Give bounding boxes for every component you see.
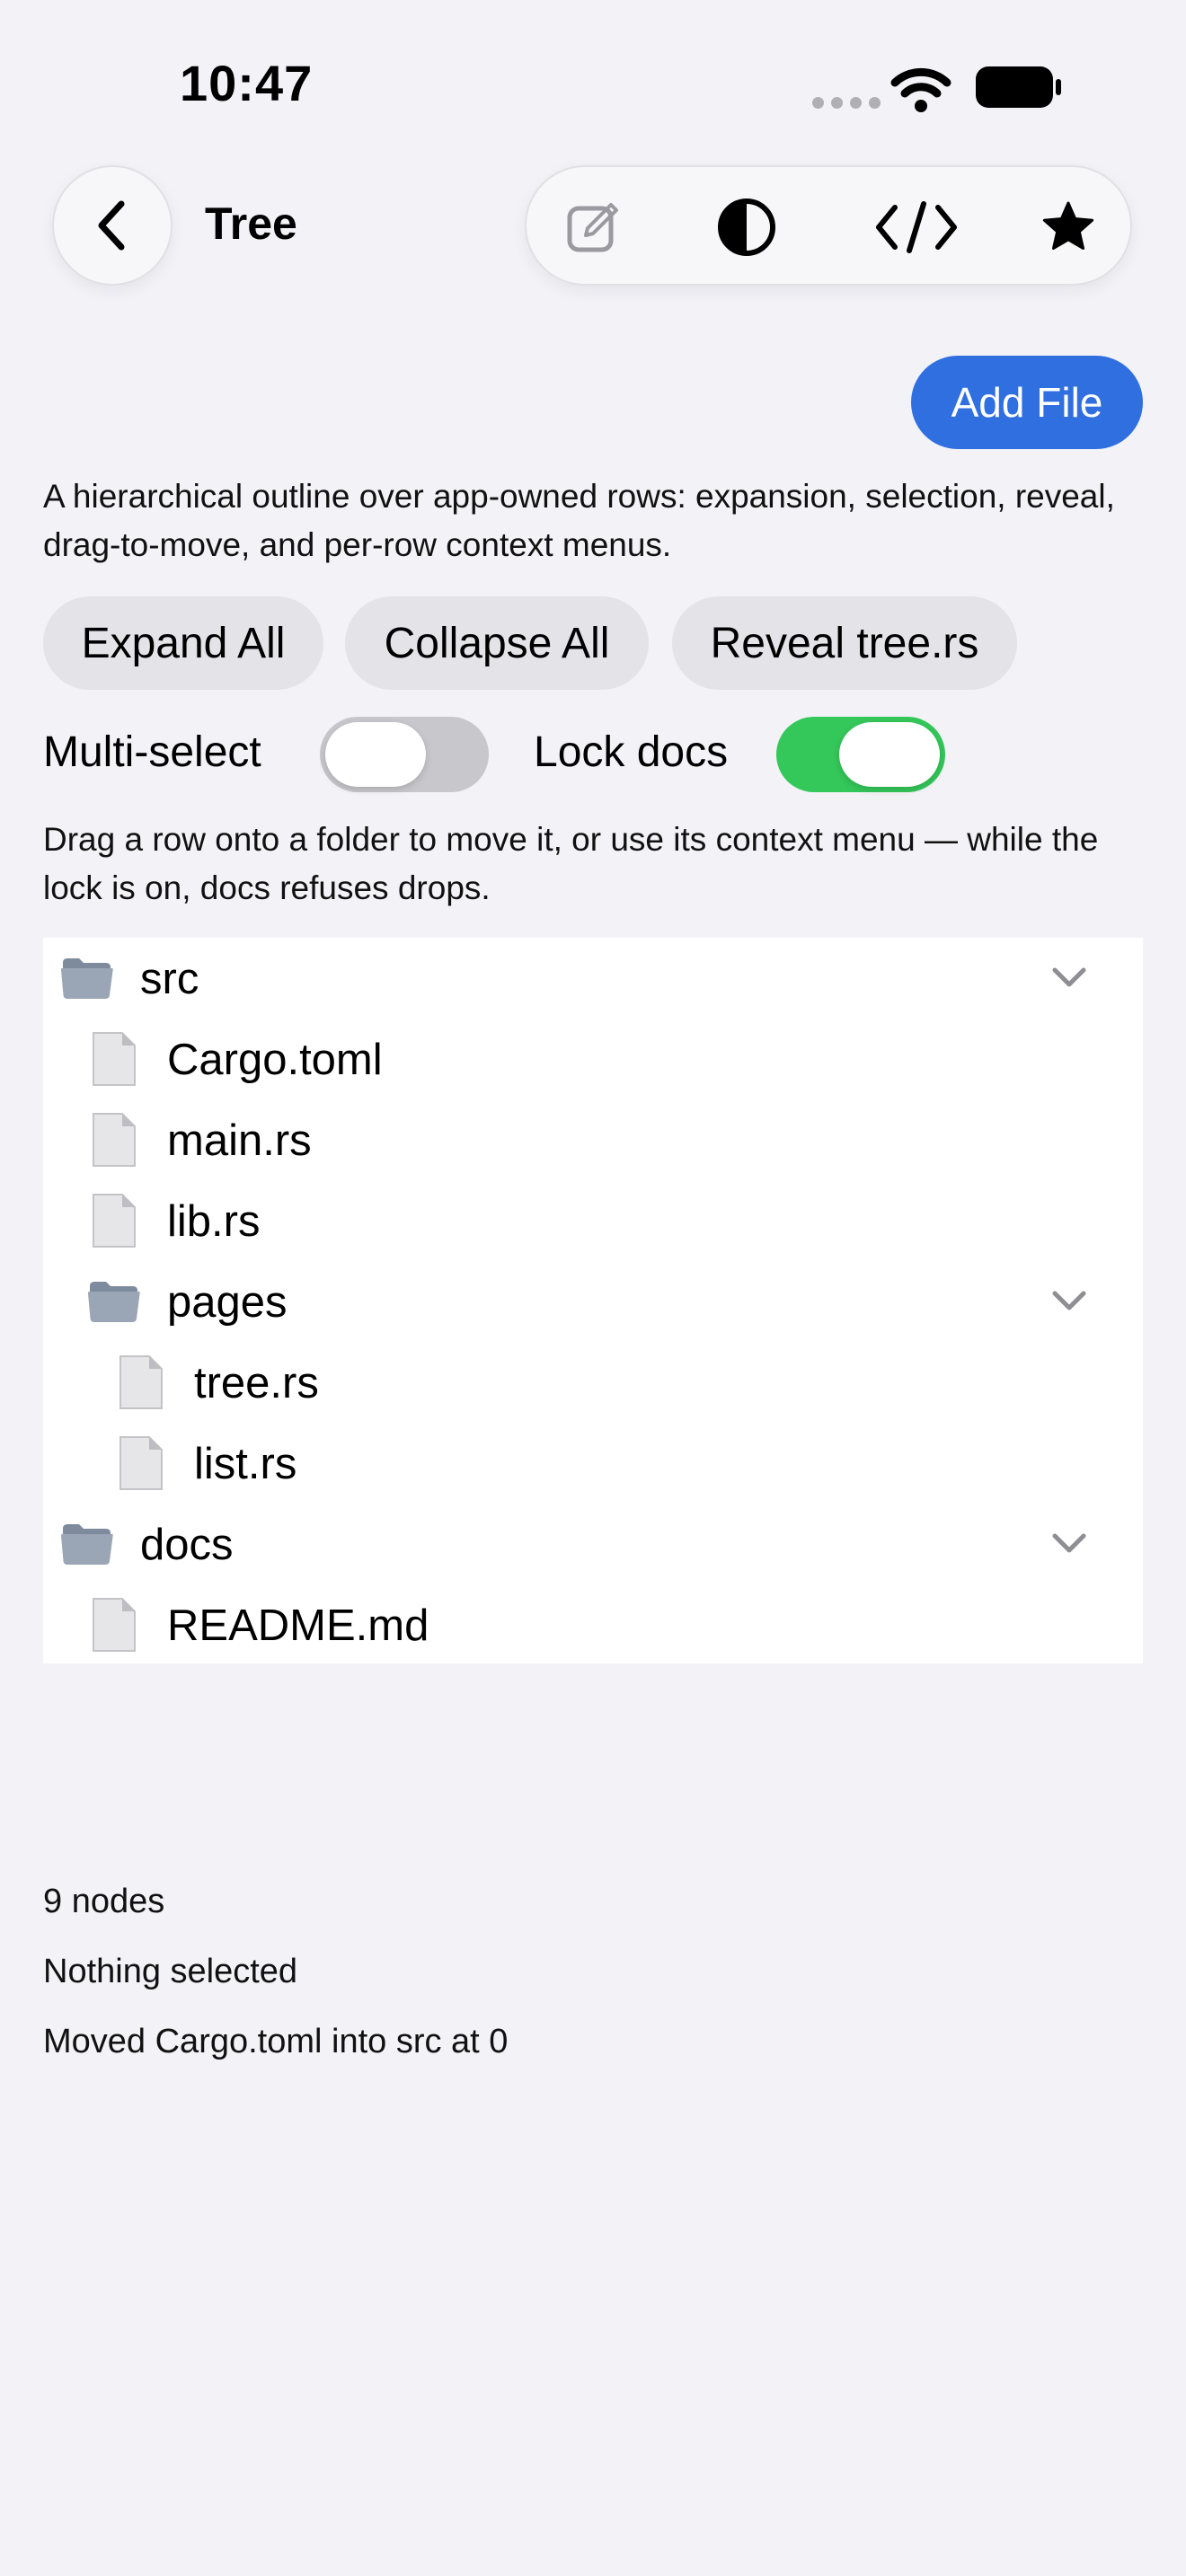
tree-row-pages[interactable]: pages [43,1261,1143,1342]
description: A hierarchical outline over app-owned ro… [43,478,1115,563]
reveal-button[interactable]: Reveal tree.rs [672,596,1017,690]
tree-row-list-rs[interactable]: list.rs [43,1423,1143,1504]
collapse-all-button[interactable]: Collapse All [345,596,649,690]
chevron-left-icon [98,200,125,251]
folder-icon [88,1282,140,1322]
tree-row-label: tree.rs [194,1359,319,1407]
tree-row-label: README.md [167,1601,429,1650]
tree-row-main-rs[interactable]: main.rs [43,1099,1143,1180]
document-icon [93,1032,136,1086]
switch-knob [839,722,940,787]
document-icon [119,1436,163,1490]
edit-icon [567,203,618,252]
tree-row-tree-rs[interactable]: tree.rs [43,1342,1143,1423]
tree-row-cargo-toml[interactable]: Cargo.toml [43,1019,1143,1099]
tree-row-label: src [140,955,199,1003]
toolbar [525,165,1132,286]
battery-icon [976,66,1061,108]
switch-knob [325,722,426,787]
tree-row-docs[interactable]: docs [43,1504,1143,1584]
page-title: Tree [205,198,297,249]
document-icon [119,1355,163,1409]
signal-dots-icon [812,97,881,109]
selection-status: Nothing selected [43,1953,298,1990]
favorite-button[interactable] [1033,192,1103,262]
wifi-icon [890,67,951,112]
document-icon [93,1598,136,1652]
code-icon [876,201,957,253]
contrast-icon [718,198,775,256]
tree-row-label: docs [140,1521,234,1569]
chevron-down-icon[interactable] [1051,1288,1087,1315]
tree-row-lib-rs[interactable]: lib.rs [43,1180,1143,1261]
lock-docs-label: Lock docs [534,728,729,776]
tree-row-label: pages [167,1278,288,1327]
lock-docs-switch[interactable] [776,717,945,792]
drag-hint: Drag a row onto a folder to move it, or … [43,821,1099,906]
tree-row-label: Cargo.toml [167,1036,383,1084]
back-button[interactable] [52,165,173,286]
chevron-down-icon[interactable] [1051,1531,1087,1557]
edit-button[interactable] [559,192,629,262]
add-file-button[interactable]: Add File [911,356,1143,449]
tree-row-src[interactable]: src [43,938,1143,1019]
tree-row-label: main.rs [167,1116,312,1165]
tree-row-readme-md[interactable]: README.md [43,1584,1143,1665]
appearance-button[interactable] [712,192,782,262]
status-time: 10:47 [180,55,314,111]
node-count: 9 nodes [43,1883,165,1920]
star-icon [1042,201,1094,250]
document-icon [93,1113,136,1167]
last-action-status: Moved Cargo.toml into src at 0 [43,2023,509,2060]
chevron-down-icon[interactable] [1051,965,1087,992]
expand-all-button[interactable]: Expand All [43,596,323,690]
tree-row-label: lib.rs [167,1197,261,1246]
multi-select-switch[interactable] [320,717,489,792]
folder-icon [61,958,113,999]
tree-row-label: list.rs [194,1440,297,1488]
document-icon [93,1194,136,1248]
code-button[interactable] [872,192,961,262]
file-tree: src Cargo.toml main.rs lib.rs pages tree… [43,938,1143,1663]
multi-select-label: Multi-select [43,728,261,776]
folder-icon [61,1524,113,1565]
